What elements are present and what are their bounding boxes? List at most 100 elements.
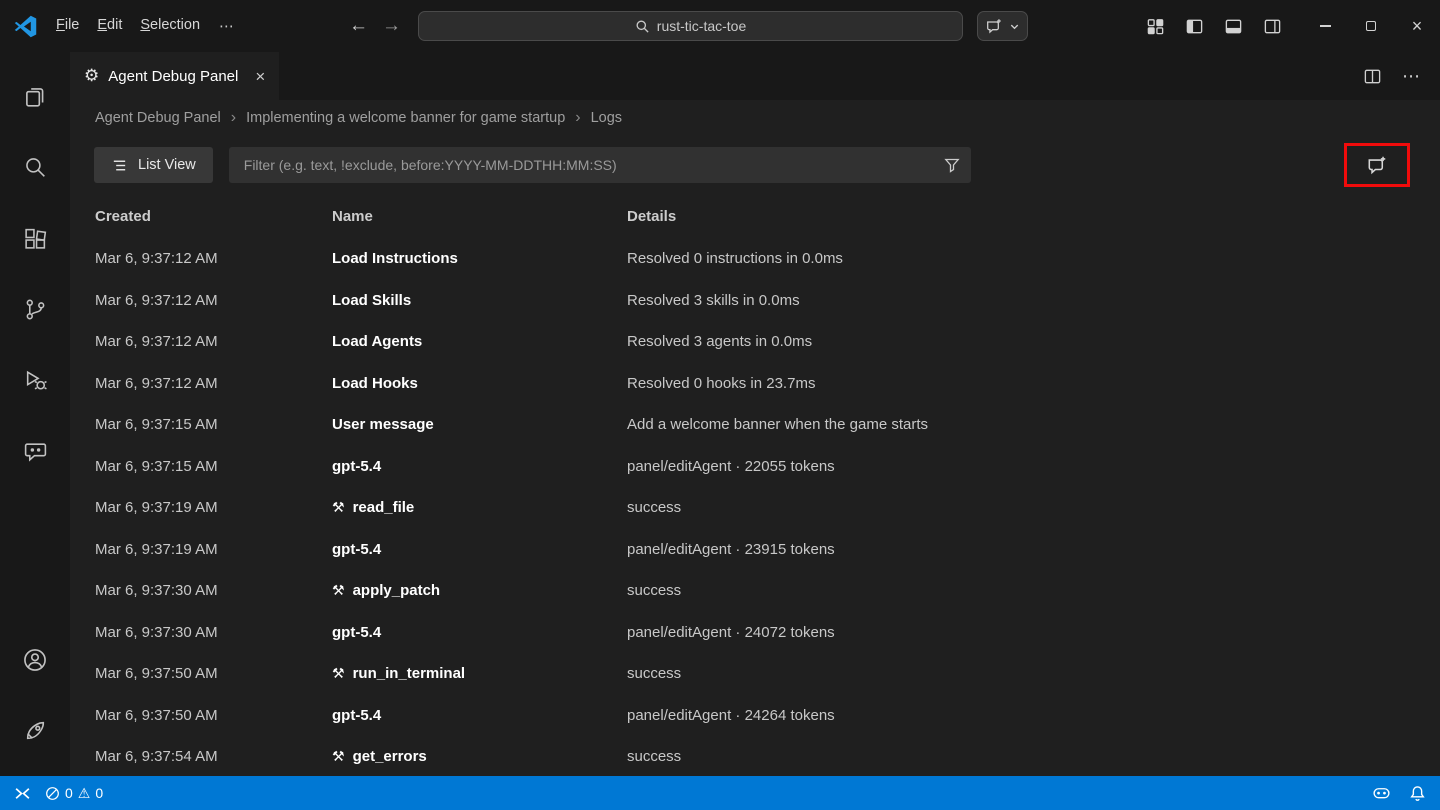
- log-row[interactable]: Mar 6, 9:37:12 AM Load Instructions Reso…: [70, 238, 1440, 280]
- cell-created: Mar 6, 9:37:30 AM: [95, 624, 332, 641]
- filter-field: [229, 147, 971, 183]
- title-bar: File Edit Selection ⋯ ← → rust-tic-tac-t…: [0, 0, 1440, 52]
- status-bar: 0 ⚠ 0: [0, 776, 1440, 810]
- source-control-icon: [23, 297, 48, 322]
- minimize-button[interactable]: [1302, 0, 1348, 52]
- tab-agent-debug-panel[interactable]: ⚙ Agent Debug Panel ×: [70, 52, 279, 100]
- window-controls: ×: [1302, 0, 1440, 52]
- cell-details: Resolved 0 instructions in 0.0ms: [627, 250, 1440, 267]
- tab-gear-icon: ⚙: [84, 66, 99, 86]
- rocket-button[interactable]: [11, 706, 59, 754]
- log-table-body: Mar 6, 9:37:12 AM Load Instructions Reso…: [70, 238, 1440, 776]
- command-center-search[interactable]: rust-tic-tac-toe: [418, 11, 963, 41]
- log-row[interactable]: Mar 6, 9:37:15 AM User message Add a wel…: [70, 404, 1440, 446]
- editor-more-actions-icon[interactable]: ⋯: [1402, 66, 1420, 87]
- log-row[interactable]: Mar 6, 9:37:30 AM ⚒ apply_patch success: [70, 570, 1440, 612]
- chat-sidebar-button[interactable]: [11, 427, 59, 475]
- cell-name-text: run_in_terminal: [353, 665, 466, 682]
- log-row[interactable]: Mar 6, 9:37:12 AM Load Agents Resolved 3…: [70, 321, 1440, 363]
- log-row[interactable]: Mar 6, 9:37:12 AM Load Skills Resolved 3…: [70, 280, 1440, 322]
- run-debug-icon: [23, 368, 48, 393]
- breadcrumb-item-logs[interactable]: Logs: [591, 110, 622, 126]
- editor-area: ⚙ Agent Debug Panel × ⋯ Agent Debug Pane…: [70, 52, 1440, 776]
- account-button[interactable]: [11, 636, 59, 684]
- log-row[interactable]: Mar 6, 9:37:15 AM gpt-5.4 panel/editAgen…: [70, 446, 1440, 488]
- remote-indicator[interactable]: [14, 785, 31, 802]
- vscode-logo-icon: [14, 15, 37, 38]
- nav-back-icon[interactable]: ←: [349, 15, 368, 37]
- cell-name: Load Skills: [332, 292, 627, 309]
- menu-file[interactable]: File: [47, 12, 88, 40]
- close-button[interactable]: ×: [1394, 0, 1440, 52]
- chevron-down-icon: [1009, 21, 1020, 32]
- menu-bar: File Edit Selection ⋯: [47, 12, 244, 40]
- split-editor-icon[interactable]: [1363, 67, 1382, 86]
- source-control-button[interactable]: [11, 285, 59, 333]
- cell-created: Mar 6, 9:37:12 AM: [95, 333, 332, 350]
- cell-name: ⚒ apply_patch: [332, 582, 627, 599]
- cell-name: ⚒ get_errors: [332, 748, 627, 765]
- copilot-chat-icon: [1366, 154, 1388, 176]
- tab-actions: ⋯: [1363, 52, 1440, 100]
- tool-icon: ⚒: [332, 748, 345, 765]
- activity-bar: [0, 52, 70, 776]
- open-chat-button[interactable]: [1349, 148, 1405, 182]
- list-view-icon: [111, 157, 128, 174]
- header-name: Name: [332, 208, 627, 225]
- logs-toolbar: List View: [70, 136, 1440, 194]
- customize-layout-icon[interactable]: [1146, 17, 1165, 36]
- problems-indicator[interactable]: 0 ⚠ 0: [45, 785, 103, 802]
- cell-name-text: Load Agents: [332, 333, 422, 350]
- log-row[interactable]: Mar 6, 9:37:19 AM gpt-5.4 panel/editAgen…: [70, 529, 1440, 571]
- log-table: Created Name Details Mar 6, 9:37:12 AM L…: [70, 194, 1440, 776]
- cell-created: Mar 6, 9:37:19 AM: [95, 499, 332, 516]
- cell-name: User message: [332, 416, 627, 433]
- maximize-button[interactable]: [1348, 0, 1394, 52]
- explorer-files-icon: [22, 83, 48, 109]
- filter-input[interactable]: [242, 156, 944, 174]
- log-row[interactable]: Mar 6, 9:37:12 AM Load Hooks Resolved 0 …: [70, 363, 1440, 405]
- breadcrumb-item-panel[interactable]: Agent Debug Panel: [95, 110, 221, 126]
- search-value: rust-tic-tac-toe: [657, 18, 746, 34]
- log-row[interactable]: Mar 6, 9:37:19 AM ⚒ read_file success: [70, 487, 1440, 529]
- cell-details: panel/editAgent · 23915 tokens: [627, 541, 1440, 558]
- cell-details: panel/editAgent · 24264 tokens: [627, 707, 1440, 724]
- menu-edit[interactable]: Edit: [88, 12, 131, 40]
- tab-close-icon[interactable]: ×: [255, 68, 265, 85]
- cell-created: Mar 6, 9:37:12 AM: [95, 250, 332, 267]
- cell-name-text: Load Hooks: [332, 375, 418, 392]
- notifications-bell-icon[interactable]: [1409, 785, 1426, 802]
- annotation-red-box: [1344, 143, 1410, 187]
- cell-name-text: gpt-5.4: [332, 458, 381, 475]
- cell-details: success: [627, 665, 1440, 682]
- breadcrumb-item-session[interactable]: Implementing a welcome banner for game s…: [246, 110, 565, 126]
- extensions-button[interactable]: [11, 214, 59, 262]
- search-sidebar-button[interactable]: [11, 143, 59, 191]
- log-row[interactable]: Mar 6, 9:37:50 AM gpt-5.4 panel/editAgen…: [70, 695, 1440, 737]
- log-row[interactable]: Mar 6, 9:37:54 AM ⚒ get_errors success: [70, 736, 1440, 776]
- menu-selection[interactable]: Selection: [131, 12, 209, 40]
- run-debug-button[interactable]: [11, 356, 59, 404]
- breadcrumb-separator-icon: ›: [575, 109, 580, 127]
- toggle-panel-icon[interactable]: [1224, 17, 1243, 36]
- cell-name: Load Agents: [332, 333, 627, 350]
- toggle-secondary-sidebar-icon[interactable]: [1263, 17, 1282, 36]
- cell-created: Mar 6, 9:37:12 AM: [95, 375, 332, 392]
- cell-name-text: gpt-5.4: [332, 707, 381, 724]
- log-row[interactable]: Mar 6, 9:37:30 AM gpt-5.4 panel/editAgen…: [70, 612, 1440, 654]
- filter-funnel-icon[interactable]: [944, 157, 960, 173]
- nav-forward-icon[interactable]: →: [382, 15, 401, 37]
- copilot-status-icon[interactable]: [1372, 784, 1391, 803]
- cell-name: Load Hooks: [332, 375, 627, 392]
- tab-label: Agent Debug Panel: [108, 68, 238, 85]
- toggle-primary-sidebar-icon[interactable]: [1185, 17, 1204, 36]
- log-row[interactable]: Mar 6, 9:37:50 AM ⚒ run_in_terminal succ…: [70, 653, 1440, 695]
- list-view-button[interactable]: List View: [94, 147, 213, 183]
- copilot-chat-icon: [985, 17, 1003, 35]
- cell-name: gpt-5.4: [332, 707, 627, 724]
- remote-icon: [14, 785, 31, 802]
- tab-bar: ⚙ Agent Debug Panel × ⋯: [70, 52, 1440, 100]
- copilot-titlebar-button[interactable]: [977, 11, 1028, 41]
- explorer-button[interactable]: [11, 72, 59, 120]
- menu-more-icon[interactable]: ⋯: [209, 12, 244, 40]
